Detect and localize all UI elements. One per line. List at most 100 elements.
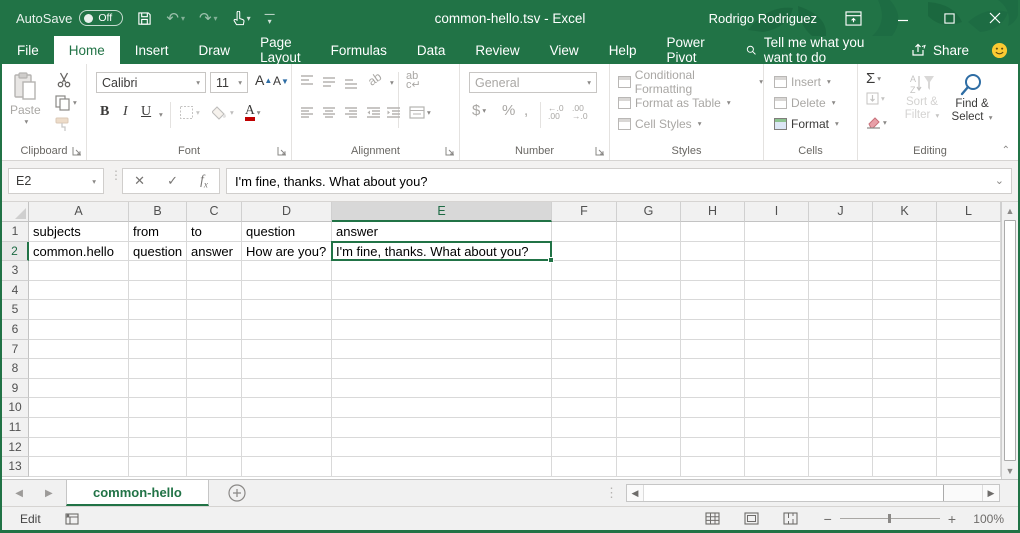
cell-F6[interactable] (552, 320, 617, 340)
name-box-caret-icon[interactable]: ▾ (92, 177, 96, 186)
cell-H4[interactable] (681, 281, 745, 301)
cell-D10[interactable] (242, 398, 332, 418)
underline-caret-icon[interactable]: ▾ (159, 110, 163, 119)
tab-formulas[interactable]: Formulas (316, 36, 402, 64)
font-color-icon[interactable]: A ▾ (245, 103, 261, 121)
cell-K11[interactable] (873, 418, 937, 438)
font-dialog-launcher-icon[interactable] (277, 146, 287, 156)
undo-caret-icon[interactable]: ▾ (181, 14, 185, 23)
number-format-combo[interactable]: General▾ (469, 72, 597, 93)
conditional-formatting-button[interactable]: Conditional Formatting▾ (618, 71, 763, 92)
cell-A12[interactable] (29, 438, 129, 458)
cell-A13[interactable] (29, 457, 129, 477)
find-select-button[interactable]: Find &Select ▾ (948, 72, 996, 124)
cell-C8[interactable] (187, 359, 242, 379)
sheet-tab-common-hello[interactable]: common-hello (66, 480, 209, 506)
align-left-icon[interactable] (300, 106, 314, 118)
cell-I6[interactable] (745, 320, 809, 340)
cell-K12[interactable] (873, 438, 937, 458)
cell-I4[interactable] (745, 281, 809, 301)
cell-F7[interactable] (552, 340, 617, 360)
cell-A2[interactable]: common.hello (29, 242, 129, 262)
cell-A6[interactable] (29, 320, 129, 340)
cell-H9[interactable] (681, 379, 745, 399)
row-header-3[interactable]: 3 (2, 261, 29, 281)
cell-D1[interactable]: question (242, 222, 332, 242)
cell-B4[interactable] (129, 281, 187, 301)
cell-G1[interactable] (617, 222, 681, 242)
cut-icon[interactable] (56, 72, 72, 88)
cell-G8[interactable] (617, 359, 681, 379)
cell-D13[interactable] (242, 457, 332, 477)
cell-D11[interactable] (242, 418, 332, 438)
format-painter-icon[interactable] (54, 116, 71, 133)
borders-icon[interactable]: ▾ (179, 105, 200, 120)
sheet-nav-right-icon[interactable]: ▶ (45, 488, 53, 499)
cell-B11[interactable] (129, 418, 187, 438)
top-align-icon[interactable] (300, 74, 314, 86)
cell-L9[interactable] (937, 379, 1001, 399)
format-button[interactable]: Format▾ (774, 113, 839, 134)
cell-C11[interactable] (187, 418, 242, 438)
cell-G12[interactable] (617, 438, 681, 458)
cell-D6[interactable] (242, 320, 332, 340)
tab-review[interactable]: Review (460, 36, 534, 64)
touch-mode-caret-icon[interactable]: ▾ (247, 14, 251, 23)
cell-E7[interactable] (332, 340, 552, 360)
autosave-pill[interactable]: Off (79, 10, 123, 26)
cell-H10[interactable] (681, 398, 745, 418)
cell-J2[interactable] (809, 242, 873, 262)
sheet-nav-left-icon[interactable]: ◀ (15, 488, 23, 499)
tab-power-pivot[interactable]: Power Pivot (651, 36, 719, 64)
decrease-decimal-icon[interactable]: .00→.0 (572, 104, 588, 120)
cell-H12[interactable] (681, 438, 745, 458)
copy-caret-icon[interactable]: ▾ (73, 98, 77, 107)
cell-H13[interactable] (681, 457, 745, 477)
cell-K8[interactable] (873, 359, 937, 379)
cell-L1[interactable] (937, 222, 1001, 242)
cell-D9[interactable] (242, 379, 332, 399)
column-header-c[interactable]: C (187, 202, 242, 222)
sort-filter-button[interactable]: AZ Sort &Filter ▾ (900, 72, 944, 122)
cell-I9[interactable] (745, 379, 809, 399)
cell-D4[interactable] (242, 281, 332, 301)
fill-icon[interactable]: ▾ (866, 92, 885, 105)
cell-G9[interactable] (617, 379, 681, 399)
cell-E5[interactable] (332, 300, 552, 320)
row-header-9[interactable]: 9 (2, 379, 29, 399)
cell-J8[interactable] (809, 359, 873, 379)
alignment-dialog-launcher-icon[interactable] (445, 146, 455, 156)
tab-help[interactable]: Help (594, 36, 652, 64)
cell-H3[interactable] (681, 261, 745, 281)
increase-decimal-icon[interactable]: ←.0.00 (548, 104, 564, 120)
formula-bar-expand-icon[interactable]: ⌄ (995, 174, 1004, 187)
row-header-11[interactable]: 11 (2, 418, 29, 438)
clear-icon[interactable]: ▾ (866, 116, 887, 129)
cell-K10[interactable] (873, 398, 937, 418)
cell-K1[interactable] (873, 222, 937, 242)
cell-L6[interactable] (937, 320, 1001, 340)
cell-J11[interactable] (809, 418, 873, 438)
cell-G10[interactable] (617, 398, 681, 418)
scroll-up-icon[interactable]: ▲ (1002, 202, 1018, 219)
cell-E9[interactable] (332, 379, 552, 399)
cell-B10[interactable] (129, 398, 187, 418)
cell-L12[interactable] (937, 438, 1001, 458)
cell-I8[interactable] (745, 359, 809, 379)
column-header-a[interactable]: A (29, 202, 129, 222)
italic-button[interactable]: I (123, 104, 128, 120)
cell-D8[interactable] (242, 359, 332, 379)
undo-icon[interactable]: ↶▾ (166, 9, 185, 27)
maximize-icon[interactable] (926, 0, 972, 36)
cell-J12[interactable] (809, 438, 873, 458)
cell-D12[interactable] (242, 438, 332, 458)
cell-A5[interactable] (29, 300, 129, 320)
cell-C6[interactable] (187, 320, 242, 340)
cell-C13[interactable] (187, 457, 242, 477)
cell-G3[interactable] (617, 261, 681, 281)
cell-F11[interactable] (552, 418, 617, 438)
row-header-7[interactable]: 7 (2, 340, 29, 360)
grow-font-icon[interactable]: A▲ (255, 72, 272, 88)
cell-K9[interactable] (873, 379, 937, 399)
underline-button[interactable]: U (141, 104, 151, 120)
